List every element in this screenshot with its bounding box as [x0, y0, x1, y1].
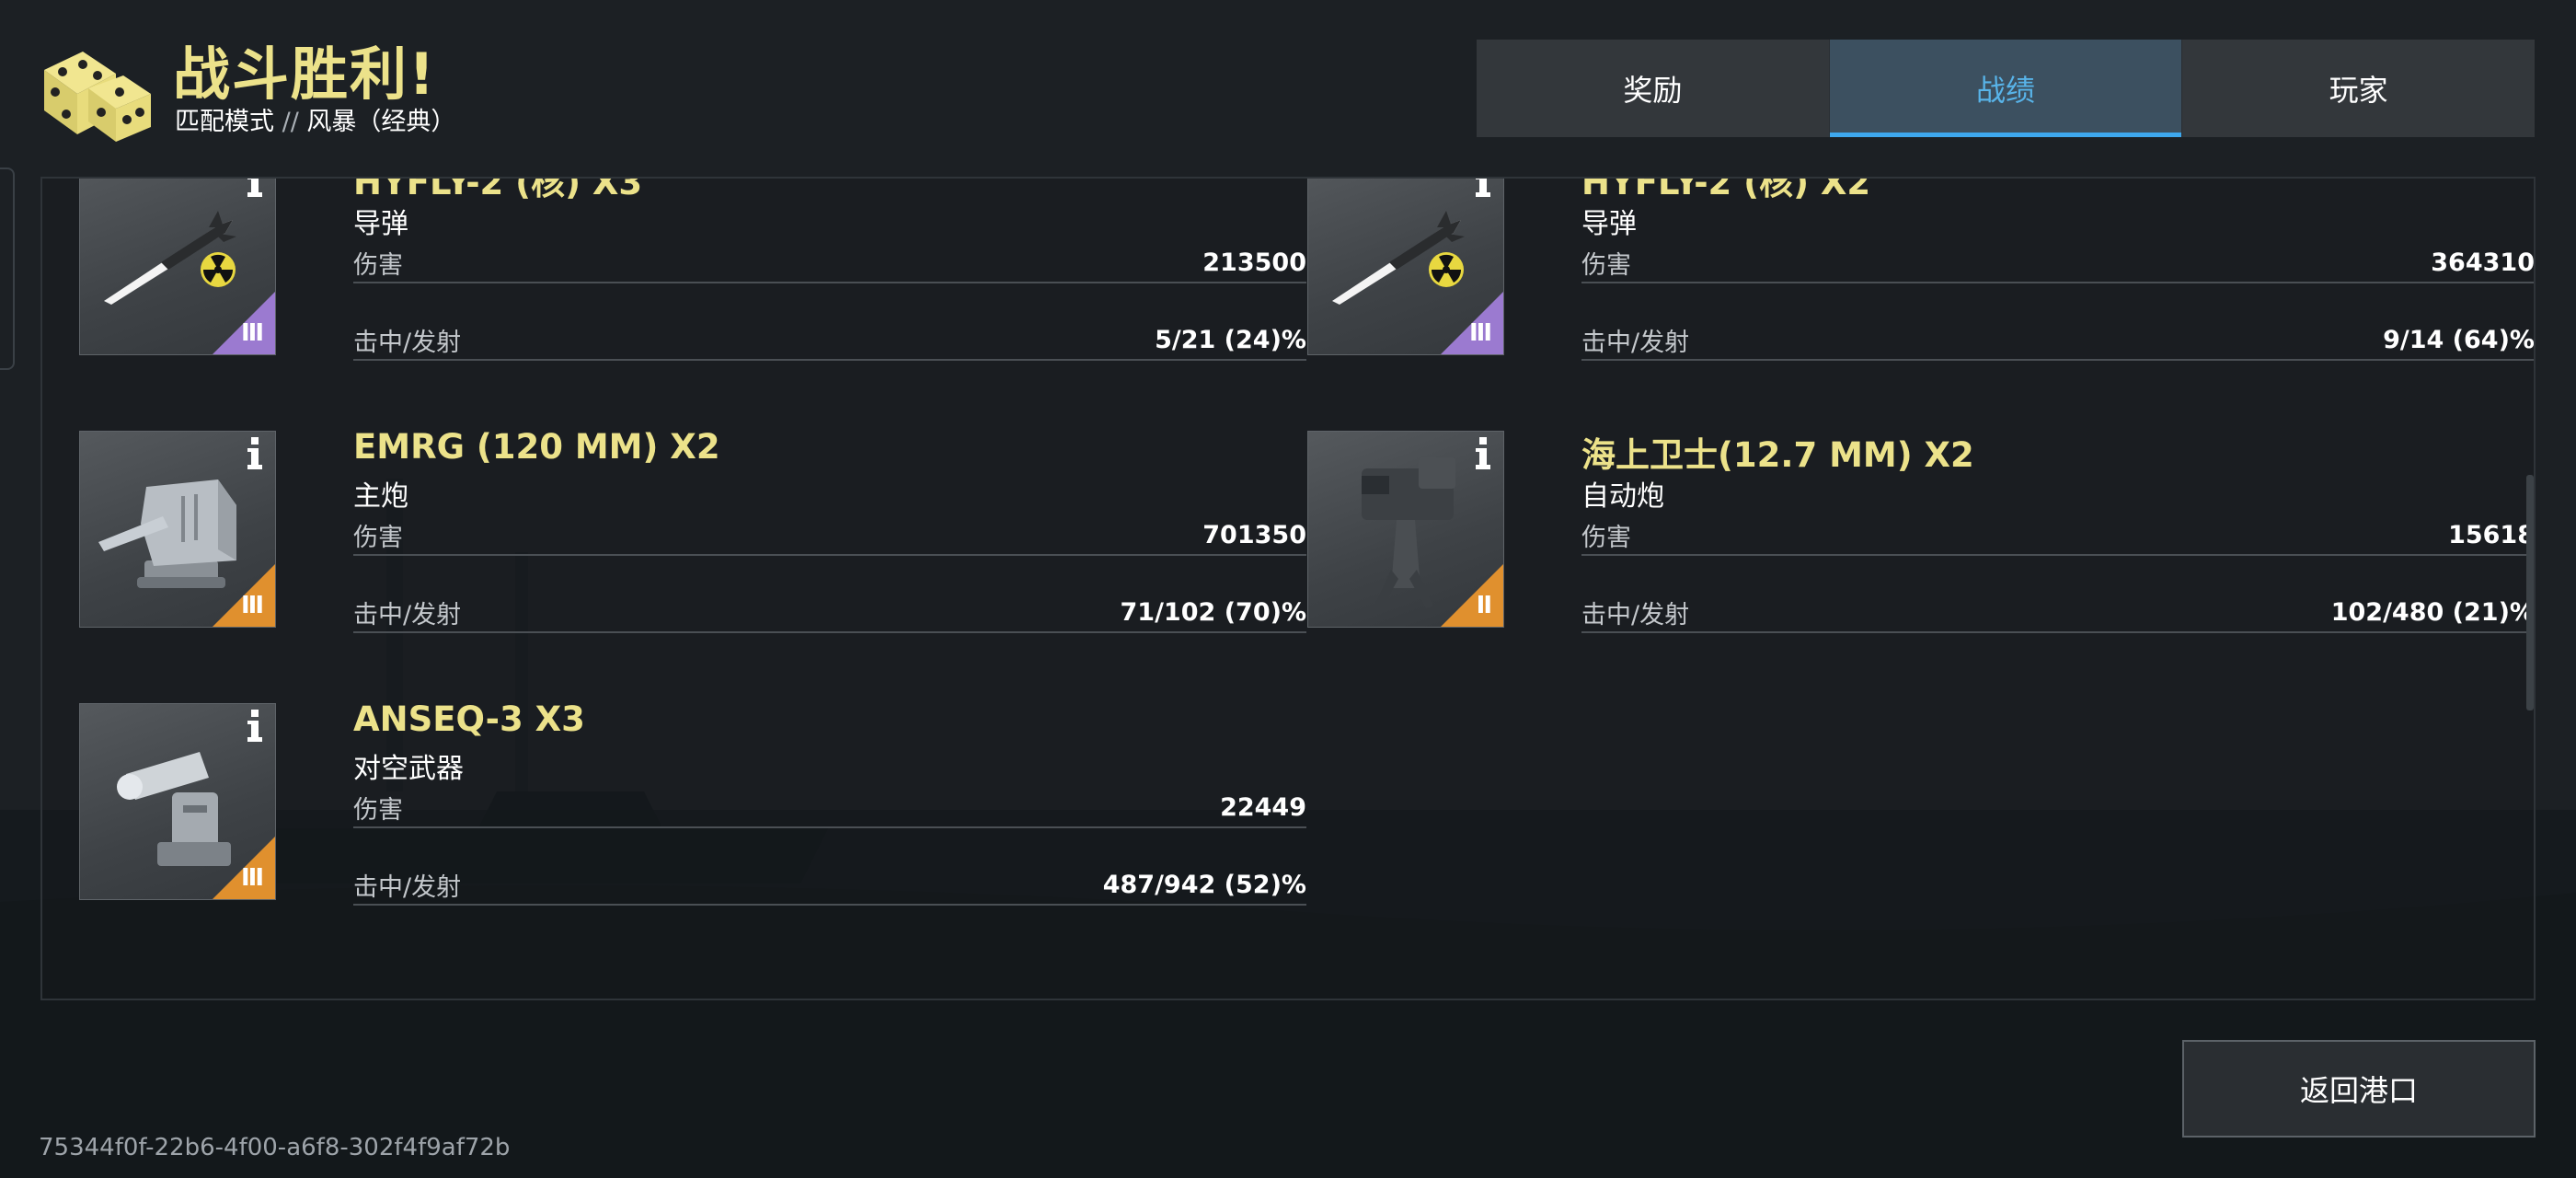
- weapon-stats-panel: III HYFLY-2 (核) X3 导弹 伤害 213500 击中/发射 5/…: [40, 177, 2536, 1000]
- weapon-name: 海上卫士(12.7 MM) X2: [1581, 435, 1974, 475]
- hit-rate-row: 击中/发射 9/14 (64)%: [1581, 320, 2535, 361]
- nuclear-icon: [201, 252, 236, 287]
- weapon-card: III ANSEQ-3 X3 对空武器 伤害 22449 击中/发射 487/9…: [79, 699, 1306, 942]
- weapon-thumbnail: III: [79, 703, 276, 900]
- weapon-thumbnail: III: [1307, 177, 1504, 355]
- side-drawer-handle[interactable]: [0, 167, 15, 370]
- info-icon[interactable]: [1474, 177, 1492, 198]
- damage-value: 15618: [2448, 520, 2535, 549]
- hit-rate-value: 487/942 (52)%: [1102, 870, 1306, 899]
- hit-rate-value: 71/102 (70)%: [1120, 597, 1307, 627]
- tab-rewards[interactable]: 奖励: [1477, 40, 1830, 137]
- match-id: 75344f0f-22b6-4f00-a6f8-302f4f9af72b: [39, 1134, 511, 1161]
- hit-rate-label: 击中/发射: [353, 328, 462, 357]
- tier-label: II: [1476, 592, 1492, 619]
- return-to-port-button[interactable]: 返回港口: [2182, 1040, 2536, 1138]
- damage-label: 伤害: [1581, 250, 1631, 280]
- damage-label: 伤害: [353, 795, 403, 825]
- hit-rate-row: 击中/发射 5/21 (24)%: [353, 320, 1306, 361]
- weapon-thumbnail: III: [79, 431, 276, 628]
- tier-label: III: [1468, 319, 1492, 347]
- victory-title: 战斗胜利!: [173, 40, 437, 108]
- damage-row: 伤害 364310: [1581, 243, 2535, 283]
- info-icon[interactable]: [1474, 437, 1492, 470]
- hit-rate-label: 击中/发射: [353, 872, 462, 902]
- tier-label: III: [240, 319, 264, 347]
- damage-label: 伤害: [1581, 523, 1631, 552]
- damage-row: 伤害 22449: [353, 788, 1306, 828]
- map-name: 风暴（经典）: [306, 108, 456, 136]
- weapon-name: EMRG (120 MM) X2: [353, 427, 720, 467]
- info-icon[interactable]: [246, 177, 264, 198]
- tab-battle-record[interactable]: 战绩: [1829, 40, 2183, 137]
- hit-rate-label: 击中/发射: [353, 600, 462, 629]
- tier-label: III: [240, 864, 264, 892]
- match-mode: 匹配模式: [175, 108, 274, 136]
- weapon-type: 导弹: [353, 208, 408, 240]
- damage-row: 伤害 213500: [353, 243, 1306, 283]
- weapon-type: 主炮: [353, 480, 408, 513]
- tab-players[interactable]: 玩家: [2182, 40, 2535, 137]
- weapon-type: 对空武器: [353, 753, 464, 785]
- weapon-type: 自动炮: [1581, 480, 1664, 513]
- damage-label: 伤害: [353, 523, 403, 552]
- hit-rate-row: 击中/发射 487/942 (52)%: [353, 865, 1306, 906]
- weapon-thumbnail: III: [79, 177, 276, 355]
- hit-rate-value: 5/21 (24)%: [1155, 325, 1306, 354]
- tier-badge-icon: [1441, 564, 1503, 627]
- weapon-card: II 海上卫士(12.7 MM) X2 自动炮 伤害 15618 击中/发射 1…: [1307, 431, 2534, 670]
- hit-rate-label: 击中/发射: [1581, 328, 1690, 357]
- weapon-card: III HYFLY-2 (核) X2 导弹 伤害 364310 击中/发射 9/…: [1307, 177, 2534, 398]
- damage-label: 伤害: [353, 250, 403, 280]
- damage-value: 22449: [1220, 792, 1306, 822]
- match-mode-subtitle: 匹配模式 // 风暴（经典）: [175, 101, 455, 137]
- damage-value: 213500: [1202, 248, 1306, 277]
- hit-rate-value: 102/480 (21)%: [2330, 597, 2535, 627]
- weapon-thumbnail: II: [1307, 431, 1504, 628]
- damage-row: 伤害 15618: [1581, 515, 2535, 556]
- subtitle-separator: //: [282, 108, 299, 136]
- weapon-type: 导弹: [1581, 208, 1637, 240]
- info-icon[interactable]: [246, 437, 264, 470]
- weapon-card: III EMRG (120 MM) X2 主炮 伤害 701350 击中/发射 …: [79, 427, 1306, 670]
- hit-rate-row: 击中/发射 102/480 (21)%: [1581, 593, 2535, 633]
- hit-rate-value: 9/14 (64)%: [2383, 325, 2535, 354]
- hit-rate-row: 击中/发射 71/102 (70)%: [353, 593, 1306, 633]
- hit-rate-label: 击中/发射: [1581, 600, 1690, 629]
- info-icon[interactable]: [246, 710, 264, 743]
- weapon-name: ANSEQ-3 X3: [353, 699, 585, 739]
- tier-label: III: [240, 592, 264, 619]
- damage-value: 701350: [1202, 520, 1306, 549]
- weapon-card: III HYFLY-2 (核) X3 导弹 伤害 213500 击中/发射 5/…: [79, 177, 1306, 398]
- panel-scrollbar[interactable]: [2526, 475, 2534, 710]
- result-tabs: 奖励 战绩 玩家: [1477, 40, 2535, 137]
- nuclear-icon: [1429, 252, 1464, 287]
- dice-icon: [35, 35, 155, 145]
- damage-row: 伤害 701350: [353, 515, 1306, 556]
- damage-value: 364310: [2431, 248, 2535, 277]
